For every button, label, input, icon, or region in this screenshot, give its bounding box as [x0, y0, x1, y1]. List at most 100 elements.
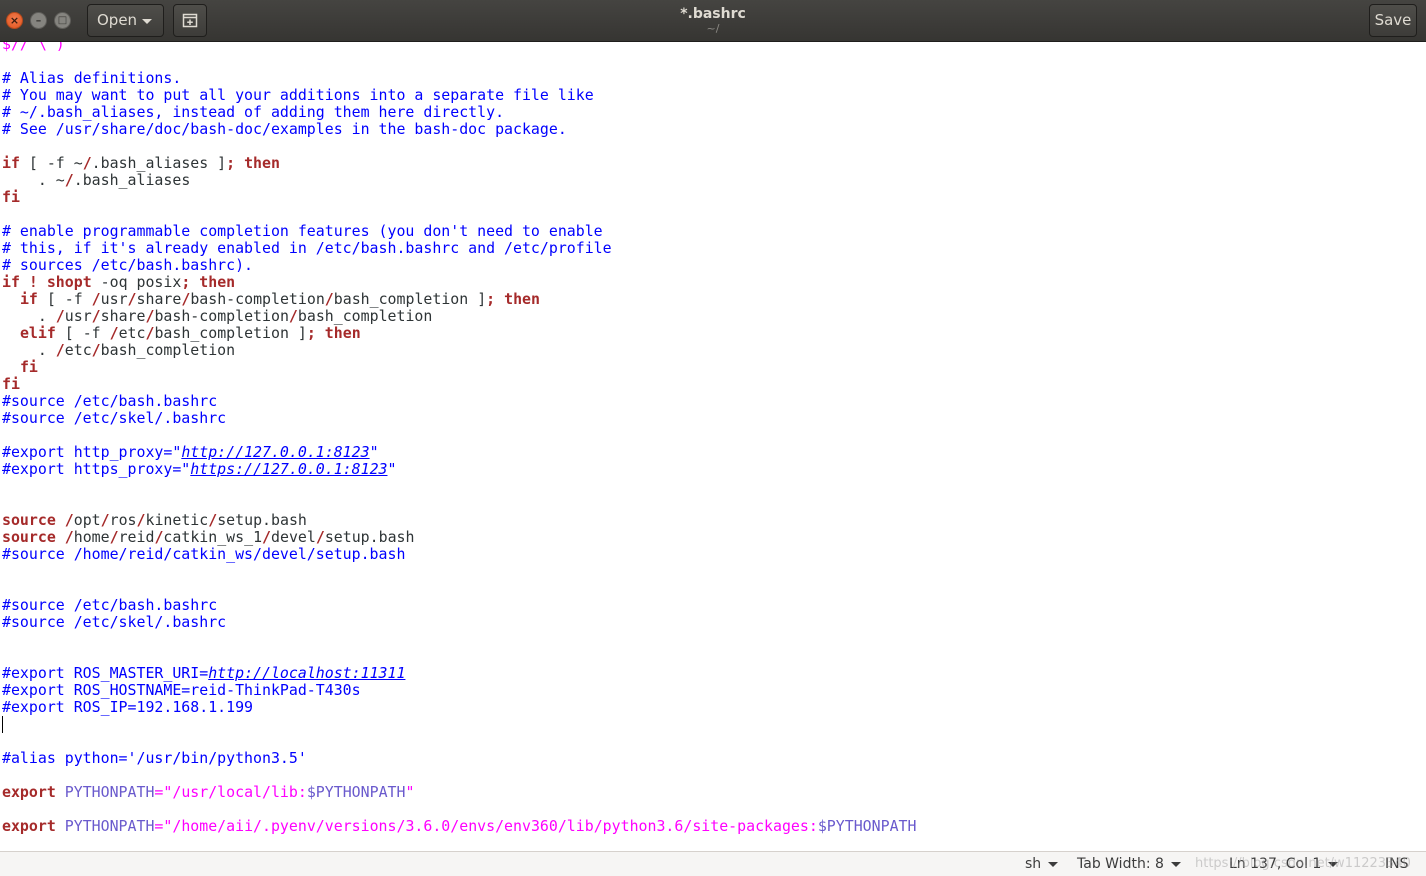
code-token: /: [324, 290, 334, 308]
code-token: ": [405, 783, 415, 801]
code-token: /: [181, 290, 191, 308]
code-line: #alias python='/usr/bin/python3.5': [2, 750, 916, 767]
tab-width-label: Tab Width: 8: [1077, 856, 1164, 872]
code-line: #source /etc/skel/.bashrc: [2, 614, 916, 631]
code-token: /: [208, 511, 218, 529]
code-line: #export ROS_MASTER_URI=http://localhost:…: [2, 665, 916, 682]
text-editor-area[interactable]: $// \ ) # Alias definitions. # You may wa…: [0, 42, 1426, 851]
code-line: fi: [2, 376, 916, 393]
code-token: /: [100, 511, 110, 529]
code-token: ros: [109, 511, 137, 529]
code-token: "/usr/local/lib:: [163, 783, 307, 801]
code-token: shopt: [46, 273, 92, 291]
code-token: #export ROS_IP=192.168.1.199: [2, 698, 254, 716]
code-token: [ -f ~: [19, 154, 83, 172]
code-token: .bash_aliases: [73, 171, 191, 189]
code-line: if [ -f /usr/share/bash-completion/bash_…: [2, 291, 916, 308]
code-token: bash_completion: [297, 307, 433, 325]
code-token: ;: [486, 290, 496, 308]
code-line: . /usr/share/bash-completion/bash_comple…: [2, 308, 916, 325]
code-token: /: [91, 290, 101, 308]
code-line: # You may want to put all your additions…: [2, 87, 916, 104]
code-token: -oq posix: [91, 273, 182, 291]
code-token: /: [262, 528, 272, 546]
code-token: fi: [2, 188, 20, 206]
code-line: fi: [2, 189, 916, 206]
code-token: #alias python='/usr/bin/python3.5': [2, 749, 307, 767]
window-subtitle: ~/: [706, 22, 720, 35]
code-line: source /home/reid/catkin_ws_1/devel/setu…: [2, 529, 916, 546]
code-token[interactable]: http://127.0.0.1:8123: [181, 443, 369, 461]
watermark: https://blog.csdn.net/w11223340: [1195, 856, 1411, 871]
code-token: $PYTHONPATH: [817, 817, 917, 835]
code-line: export PYTHONPATH="/usr/local/lib:$PYTHO…: [2, 784, 916, 801]
code-token: ": [387, 460, 397, 478]
code-token: ;: [306, 324, 316, 342]
code-token: /: [315, 528, 325, 546]
chevron-down-icon: [1170, 861, 1181, 867]
tab-width-selector[interactable]: Tab Width: 8: [1077, 855, 1181, 873]
code-token: ;: [181, 273, 191, 291]
chevron-down-icon: [1048, 861, 1059, 867]
code-token: share: [100, 307, 146, 325]
code-token: /: [55, 307, 65, 325]
save-button[interactable]: Save: [1369, 4, 1417, 37]
code-token: PYTHONPATH: [64, 817, 155, 835]
code-token: bash-completion: [190, 290, 325, 308]
code-token[interactable]: https://127.0.0.1:8123: [190, 460, 387, 478]
code-line: #source /etc/skel/.bashrc: [2, 410, 916, 427]
code-token: .: [2, 341, 56, 359]
code-line: . /etc/bash_completion: [2, 342, 916, 359]
code-line: #export ROS_HOSTNAME=reid-ThinkPad-T430s: [2, 682, 916, 699]
code-token: if: [2, 273, 20, 291]
code-token: [ -f: [37, 290, 92, 308]
code-token: # this, if it's already enabled in /etc/…: [2, 239, 612, 257]
code-line: # Alias definitions.: [2, 70, 916, 87]
code-line: . ~/.bash_aliases: [2, 172, 916, 189]
code-token: home: [73, 528, 110, 546]
code-token: kinetic: [145, 511, 209, 529]
code-token: # Alias definitions.: [2, 69, 182, 87]
code-token: usr: [100, 290, 128, 308]
language-selector[interactable]: sh: [1025, 855, 1059, 873]
code-token: ;: [226, 154, 236, 172]
code-token: devel: [271, 528, 316, 546]
language-label: sh: [1025, 856, 1042, 872]
code-line: # See /usr/share/doc/bash-doc/examples i…: [2, 121, 916, 138]
code-token: .: [2, 307, 56, 325]
code-line: #export https_proxy="https://127.0.0.1:8…: [2, 461, 916, 478]
code-token: export: [2, 817, 56, 835]
code-token: etc: [64, 341, 92, 359]
code-token[interactable]: http://localhost:11311: [208, 664, 405, 682]
code-line: # this, if it's already enabled in /etc/…: [2, 240, 916, 257]
code-token: opt: [73, 511, 101, 529]
code-line: #source /etc/bash.bashrc: [2, 393, 916, 410]
code-token: $PYTHONPATH: [306, 783, 406, 801]
code-token: . ~: [2, 171, 65, 189]
code-token: export: [2, 783, 56, 801]
code-token: catkin_ws_1: [163, 528, 263, 546]
code-token: #export https_proxy=": [2, 460, 191, 478]
code-line: # ~/.bash_aliases, instead of adding the…: [2, 104, 916, 121]
code-text: $// \ ) # Alias definitions. # You may wa…: [2, 42, 916, 835]
code-token: if: [19, 290, 38, 308]
code-line: #export http_proxy="http://127.0.0.1:812…: [2, 444, 916, 461]
code-token: then: [199, 273, 236, 291]
code-token: bash_completion: [100, 341, 236, 359]
code-token: /: [64, 171, 74, 189]
code-token: #export http_proxy=": [2, 443, 182, 461]
code-token: reid: [118, 528, 155, 546]
text-cursor: [2, 716, 3, 733]
